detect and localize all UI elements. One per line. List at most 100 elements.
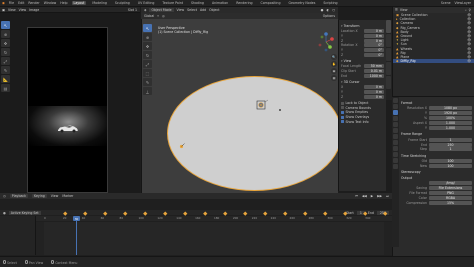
menu-file[interactable]: File (9, 1, 14, 5)
properties-section-title[interactable]: Output (401, 176, 472, 180)
properties-field-value[interactable]: 100% (429, 116, 472, 121)
vp-transform-tool-icon[interactable]: ⬚ (143, 69, 152, 77)
tab-animation[interactable]: Animation (210, 1, 230, 5)
vp-select-tool-icon[interactable]: ↖ (143, 24, 152, 32)
tab-sculpting[interactable]: Sculpting (113, 1, 132, 5)
vp-cursor-tool-icon[interactable]: ⊕ (143, 33, 152, 41)
tab-tool[interactable] (386, 34, 391, 47)
checkbox-checked-icon[interactable] (341, 120, 344, 124)
zoom-icon[interactable]: 🔍 (331, 54, 337, 60)
timeline-menu-view[interactable]: View (51, 194, 59, 198)
shading-solid-icon[interactable]: ● (321, 8, 324, 12)
tab-scripting[interactable]: Scripting (321, 1, 339, 5)
np-checkbox[interactable]: Lock to Object (341, 101, 384, 105)
empty-object-icon[interactable] (278, 108, 282, 112)
properties-field-value[interactable]: 250 (429, 142, 472, 147)
timeline-menu-marker[interactable]: Marker (62, 194, 73, 198)
properties-field-value[interactable]: 1.000 (429, 126, 472, 131)
playhead[interactable] (76, 216, 77, 255)
properties-field-value[interactable]: 1.000 (429, 121, 472, 126)
constraints-tab-icon[interactable] (393, 158, 398, 163)
outliner-menu-view[interactable]: View (400, 8, 408, 12)
play-icon[interactable]: ▶ (371, 194, 373, 198)
ortho-toggle-icon[interactable]: ▦ (331, 75, 337, 81)
tab-addon[interactable] (386, 62, 391, 75)
left-menu-view[interactable]: View (8, 8, 16, 12)
timeline-ruler[interactable]: 0 20 40 60 80 100 120 140 160 180 200 220 240 260 280 3… (36, 216, 392, 221)
properties-section-title[interactable]: Format (401, 101, 472, 105)
menu-help[interactable]: Help (60, 1, 67, 5)
timeline-menu-keying[interactable]: Keying (32, 194, 47, 198)
annotate-tool-icon[interactable]: ✎ (1, 66, 10, 74)
next-key-icon[interactable]: ▶▶ (377, 194, 382, 198)
left-menu-view2[interactable]: View (19, 8, 27, 12)
jump-start-icon[interactable]: ⏮ (355, 194, 358, 198)
render-tab-icon[interactable] (393, 104, 398, 109)
rotate-tool-icon[interactable]: ↻ (1, 48, 10, 56)
outliner-search-icon[interactable]: ⌕ (465, 8, 467, 12)
scale-tool-icon[interactable]: ⤢ (1, 57, 10, 65)
tab-extra[interactable] (386, 76, 391, 89)
move-tool-icon[interactable]: ✥ (1, 39, 10, 47)
vp-measure-tool-icon[interactable]: ⟂ (143, 87, 152, 95)
tab-geometry-nodes[interactable]: Geometry Nodes (286, 1, 317, 5)
viewport-menu-select[interactable]: Select (187, 8, 197, 12)
blender-logo-icon[interactable]: ◉ (2, 1, 5, 5)
output-tab-icon[interactable] (393, 110, 398, 115)
tab-compositing[interactable]: Compositing (259, 1, 283, 5)
checkbox-icon[interactable] (341, 101, 344, 105)
tab-view[interactable] (386, 48, 391, 61)
properties-field-value[interactable]: File Extensions (429, 186, 472, 191)
tab-layout[interactable]: Layout (71, 1, 87, 5)
timeline-menu-playback[interactable]: Playback (9, 194, 29, 198)
properties-section-title[interactable]: Time Stretching (401, 154, 472, 158)
vp-move-tool-icon[interactable]: ✥ (143, 42, 152, 50)
world-tab-icon[interactable] (393, 128, 398, 133)
vp-annotate-tool-icon[interactable]: ✎ (143, 78, 152, 86)
tab-modeling[interactable]: Modeling (90, 1, 109, 5)
physics-tab-icon[interactable] (393, 152, 398, 157)
jump-end-icon[interactable]: ⏭ (386, 194, 389, 198)
checkbox-checked-icon[interactable] (341, 115, 344, 119)
snap-icon[interactable]: ⌖ (157, 14, 159, 18)
menu-window[interactable]: Window (44, 1, 57, 5)
measure-tool-icon[interactable]: 📐 (1, 75, 10, 83)
tab-shading[interactable]: Shading (189, 1, 206, 5)
properties-section-title[interactable]: Frame Range (401, 132, 472, 136)
menu-render[interactable]: Render (28, 1, 39, 5)
np-section-title[interactable]: 3D Cursor (341, 80, 384, 84)
ground-plane-object[interactable] (167, 76, 342, 191)
pan-hand-icon[interactable]: ✋ (331, 61, 337, 67)
properties-section-title[interactable]: Stereoscopy (401, 170, 472, 174)
camera-tool-icon[interactable]: ▤ (1, 84, 10, 92)
checkbox-icon[interactable] (341, 106, 344, 110)
properties-field-value[interactable]: 15% (429, 201, 472, 206)
properties-field-value[interactable]: 100 (429, 163, 472, 168)
menu-edit[interactable]: Edit (18, 1, 24, 5)
record-icon[interactable]: ● (3, 211, 6, 215)
properties-field-value[interactable]: 1 (429, 147, 472, 152)
timeline-editor-icon[interactable]: ◷ (3, 194, 6, 198)
object-mode-dropdown[interactable]: Object Mode (149, 8, 174, 12)
object-tab-icon[interactable] (393, 134, 398, 139)
properties-field-value[interactable]: RGBA (429, 196, 472, 201)
tab-uv-editing[interactable]: UV Editing (136, 1, 157, 5)
viewport-editor-icon[interactable]: ◈ (144, 8, 146, 12)
viewport-menu-view[interactable]: View (177, 8, 185, 12)
transform-orientation-dropdown[interactable]: Global (144, 14, 154, 18)
tab-item[interactable] (386, 20, 391, 33)
np-section-title[interactable]: Transform (341, 24, 384, 28)
navigation-gizmo-icon[interactable] (316, 30, 336, 54)
cursor-tool-icon[interactable]: ⊕ (1, 30, 10, 38)
scene-selector[interactable]: Scene (441, 1, 451, 5)
properties-field-value[interactable]: 1920 px (429, 111, 472, 116)
current-frame-label[interactable]: 30 (73, 216, 80, 221)
editor-type-icon[interactable]: ▣ (2, 8, 5, 12)
particles-tab-icon[interactable] (393, 146, 398, 151)
tool-tab-icon[interactable] (393, 98, 398, 103)
viewport-menu-object[interactable]: Object (209, 8, 219, 12)
vp-rotate-tool-icon[interactable]: ↻ (143, 51, 152, 59)
select-tool-icon[interactable]: ↖ (1, 21, 10, 29)
car-object-icon[interactable] (254, 98, 270, 112)
np-section-title[interactable]: View (341, 59, 384, 63)
